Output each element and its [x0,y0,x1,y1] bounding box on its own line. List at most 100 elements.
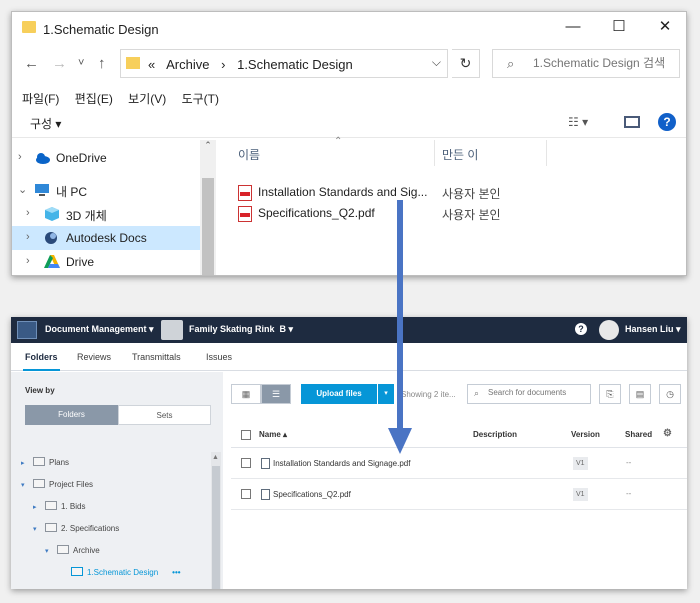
more-options-icon[interactable]: ••• [172,568,180,577]
tree-item-schematic-design[interactable]: 1.Schematic Design ••• [69,567,181,585]
column-header-description[interactable]: Description [473,430,517,439]
file-row[interactable]: Installation Standards and Sig... 사용자 본인 [238,182,658,202]
list-view-icon[interactable]: ☰ [261,384,291,404]
scrollbar-thumb[interactable] [212,466,220,589]
chevron-down-icon[interactable]: ▾ [33,525,43,533]
menu-edit[interactable]: 편집(E) [75,92,113,106]
project-selector[interactable]: Family Skating Rink B ▾ [189,324,293,335]
scroll-up-icon[interactable]: ▲ [212,454,219,461]
view-by-sets-button[interactable]: Sets [118,405,211,425]
close-button[interactable]: ✕ [642,12,686,42]
view-by-folders-button[interactable]: Folders [25,405,118,425]
nav-item-this-pc[interactable]: ⌄ 내 PC [12,178,200,202]
up-button[interactable]: ↑ [98,55,106,72]
column-header-name[interactable]: Name ▴ [259,430,287,439]
search-input[interactable] [488,388,588,397]
tree-item-label: Plans [49,458,70,467]
chevron-right-icon[interactable]: › [26,231,30,243]
avatar[interactable] [599,320,619,340]
tab-transmittals[interactable]: Transmittals [132,352,181,362]
organize-button[interactable]: 구성 ▾ [30,115,61,132]
forward-button[interactable]: → [52,55,67,72]
nav-item-3d-objects[interactable]: › 3D 개체 [12,202,200,226]
address-bar[interactable]: « Archive › 1.Schematic Design ⌵ [120,49,448,78]
user-menu[interactable]: Hansen Liu ▾ [625,324,681,335]
document-name[interactable]: Installation Standards and Signage.pdf [273,459,410,468]
nav-item-drive[interactable]: › Drive [12,250,200,274]
autodesk-docs-icon [44,231,60,245]
menu-file[interactable]: 파일(F) [22,92,59,106]
column-header-shared[interactable]: Shared [625,430,652,439]
nav-item-autodesk-docs[interactable]: › Autodesk Docs [12,226,200,250]
tree-item-label: Archive [73,546,100,555]
menu-tools[interactable]: 도구(T) [182,92,219,106]
column-header-label: 만든 이 [442,148,479,162]
row-checkbox[interactable] [241,458,251,468]
select-all-checkbox[interactable] [241,430,251,440]
tab-folders[interactable]: Folders [23,352,60,371]
address-dropdown-icon[interactable]: ⌵ [432,55,441,70]
tree-item-archive[interactable]: ▾ Archive [45,545,100,563]
minimize-button[interactable]: — [550,12,596,42]
column-divider[interactable] [546,140,547,166]
version-badge[interactable]: V1 [573,488,588,501]
preview-pane-icon[interactable] [624,116,640,128]
tree-item-bids[interactable]: ▸ 1. Bids [33,501,85,519]
column-settings-icon[interactable]: ⚙ [663,428,672,439]
recent-locations-button[interactable]: ˅ [78,57,84,69]
breadcrumb-archive[interactable]: Archive [166,57,209,72]
chevron-right-icon[interactable]: ▸ [33,503,43,511]
document-search[interactable]: ⌕ [467,384,591,404]
help-icon[interactable]: ? [575,323,587,335]
reports-icon[interactable]: ▤ [629,384,651,404]
upload-files-button[interactable]: Upload files [301,384,377,404]
column-header-version[interactable]: Version [571,430,600,439]
nav-item-label: OneDrive [56,151,107,165]
tab-issues[interactable]: Issues [206,352,232,362]
export-icon[interactable]: ⎘ [599,384,621,404]
chevron-right-icon[interactable]: › [26,207,30,219]
tree-item-plans[interactable]: ▸ Plans [21,457,69,475]
chevron-down-icon[interactable]: ▾ [21,481,31,489]
refresh-button[interactable]: ↻ [452,49,480,78]
address-row: ← → ˅ ↑ « Archive › 1.Schematic Design ⌵… [12,49,686,79]
scrollbar-thumb[interactable] [202,178,214,275]
menu-view[interactable]: 보기(V) [128,92,166,106]
nav-item-onedrive[interactable]: › OneDrive [12,146,200,170]
sidebar-scrollbar[interactable]: ▲ [211,452,221,589]
search-box[interactable]: ⌕ [492,49,680,78]
change-view-button[interactable]: ☷ ▾ [568,115,588,129]
nav-scrollbar[interactable]: ⌃ [200,140,216,275]
column-divider[interactable] [434,140,435,166]
breadcrumb-separator[interactable]: › [221,57,225,72]
search-input[interactable] [533,56,678,70]
back-button[interactable]: ← [24,55,39,72]
tree-item-project-files[interactable]: ▾ Project Files [21,479,93,497]
search-icon: ⌕ [507,56,515,71]
scroll-up-icon[interactable]: ⌃ [200,140,216,151]
chevron-right-icon[interactable]: ▸ [21,459,31,467]
breadcrumb-overflow[interactable]: « [148,57,155,72]
app-logo-icon[interactable] [17,321,37,339]
chevron-down-icon[interactable]: ⌄ [18,183,27,196]
breadcrumb-current[interactable]: 1.Schematic Design [237,57,353,72]
document-name[interactable]: Specifications_Q2.pdf [273,490,351,499]
row-checkbox[interactable] [241,489,251,499]
tab-reviews[interactable]: Reviews [77,352,111,362]
chevron-right-icon[interactable]: › [26,255,30,267]
help-icon[interactable]: ? [658,113,676,131]
tab-bar: Folders Reviews Transmittals Issues [11,343,687,371]
version-badge[interactable]: V1 [573,457,588,470]
nav-item-label: Drive [66,255,95,269]
module-selector[interactable]: Document Management ▾ [45,324,154,335]
chevron-down-icon[interactable]: ▾ [45,547,55,555]
table-row[interactable]: Specifications_Q2.pdf V1 -- [231,479,687,510]
grid-view-icon[interactable]: ▦ [231,384,261,404]
tree-item-specifications[interactable]: ▾ 2. Specifications [33,523,119,541]
table-row[interactable]: Installation Standards and Signage.pdf V… [231,448,687,479]
maximize-button[interactable]: ☐ [596,12,642,42]
upload-dropdown-icon[interactable]: ▾ [378,384,394,404]
history-icon[interactable]: ◷ [659,384,681,404]
chevron-right-icon[interactable]: › [18,151,22,163]
file-row[interactable]: Specifications_Q2.pdf 사용자 본인 [238,203,658,223]
